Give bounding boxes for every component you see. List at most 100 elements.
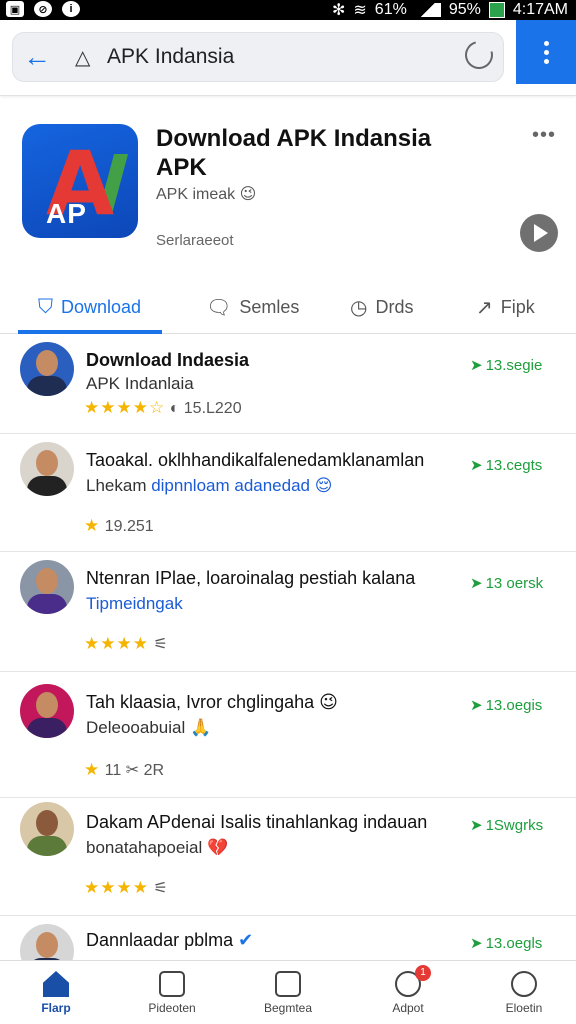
item-rating: ★ 19.251 <box>84 516 154 536</box>
item-count: ➤ 13.segie <box>470 356 542 374</box>
item-count: ➤ 1Swgrks <box>470 816 543 834</box>
download-count-icon: ➤ <box>470 817 483 834</box>
download-count-icon: ➤ <box>470 935 483 952</box>
avatar <box>20 684 74 738</box>
item-title: Tah klaasia, Ivror chglingaha 😉 <box>86 692 338 712</box>
clock-text: 4:17AM <box>512 1 568 18</box>
bell-icon: 1 <box>395 965 431 997</box>
back-arrow-icon[interactable]: ← <box>23 41 51 73</box>
verified-icon: ✔ <box>238 930 254 950</box>
home-icon <box>43 971 69 997</box>
item-subtitle: APK Indanlaia <box>86 374 194 393</box>
avatar <box>20 560 74 614</box>
play-icon[interactable] <box>520 214 558 252</box>
app-subtitle: APK imeak 😉 <box>156 186 257 203</box>
star-rating-icon: ★ <box>84 516 101 535</box>
comment-icon: 🗨 <box>206 296 232 319</box>
url-text[interactable]: APK Indansia <box>107 45 234 69</box>
app-logo: A AP <box>22 124 138 238</box>
item-rating: ★★★★ ⚟ <box>84 634 168 654</box>
item-count-value: 1Swgrks <box>485 817 544 834</box>
tab-label: Fipk <box>500 296 535 317</box>
nav-label: Eloetin <box>505 1001 543 1015</box>
image-notification-icon: ▣ <box>6 1 24 17</box>
item-rating: ★★★★☆ ◐ 15.L220 <box>84 398 242 418</box>
bluetooth-icon: ✻ <box>331 2 346 19</box>
wifi-icon: ≋ <box>353 2 367 19</box>
item-count: ➤ 13.oegis <box>470 696 542 714</box>
status-bar: ▣ ⊘ i ✻ ≋ 61% 95% 4:17AM <box>0 0 576 20</box>
bottom-navigation: Flarp Pideoten Begmtea 1 Adpot Eloetin <box>0 960 576 1024</box>
item-rating-value: ⚟ <box>153 636 168 653</box>
status-icons-left: ▣ ⊘ i <box>6 1 80 17</box>
reload-icon[interactable] <box>459 35 499 75</box>
item-count: ➤ 13.cegts <box>470 456 542 474</box>
list-item[interactable]: Taoakal. oklhhandikalfalenedamklanamlan … <box>0 434 576 552</box>
browser-toolbar: ← △ APK Indansia <box>0 20 576 96</box>
item-count-value: 13.cegts <box>485 457 543 474</box>
item-rating-value: ◐ 15.L220 <box>169 400 242 417</box>
item-subtitle-link[interactable]: Tipmeidngak <box>86 594 183 613</box>
item-count: ➤ 13.oegls <box>470 934 542 952</box>
list-item[interactable]: Dakam APdenai Isalis tinahlankag indauan… <box>0 798 576 916</box>
item-count-value: 13.oegis <box>485 697 543 714</box>
item-subtitle-link[interactable]: dipnnloam adanedad 😌 <box>151 476 332 495</box>
item-count-value: 13.segie <box>485 357 543 374</box>
item-count-value: 13.oegls <box>485 935 543 952</box>
tab-download[interactable]: ⛉ Download <box>38 280 141 334</box>
item-subtitle: Tipmeidngak <box>86 594 183 614</box>
menu-dots-icon[interactable] <box>516 20 576 84</box>
item-title: Dakam APdenai Isalis tinahlankag indauan <box>86 812 428 832</box>
battery-icon <box>488 2 505 18</box>
person-icon <box>511 971 537 997</box>
logo-text: AP <box>46 198 87 229</box>
item-rating-value: 19.251 <box>104 518 154 535</box>
nav-home[interactable]: Flarp <box>6 961 106 1024</box>
item-title: Dannlaadar pblma ✔ <box>86 930 466 951</box>
nav-label: Begmtea <box>263 1001 313 1015</box>
battery-text: 95% <box>448 1 481 18</box>
avatar <box>20 802 74 856</box>
download-count-icon: ➤ <box>470 575 483 592</box>
tab-label: Download <box>61 296 142 317</box>
notification-badge: 1 <box>415 965 431 981</box>
warning-icon[interactable]: △ <box>75 45 90 70</box>
avatar <box>20 342 74 396</box>
nav-eloetin[interactable]: Eloetin <box>474 961 574 1024</box>
status-icons-right: ✻ ≋ 61% 95% 4:17AM <box>332 0 568 20</box>
download-count-icon: ➤ <box>470 357 483 374</box>
list-icon <box>275 971 301 997</box>
star-rating-icon: ★★★★☆ <box>84 398 166 417</box>
item-title-text: Dannlaadar pblma <box>86 930 234 950</box>
signal-icon <box>414 3 441 17</box>
url-bar[interactable]: ← △ APK Indansia <box>12 32 504 82</box>
tab-semles[interactable]: 🗨 Semles <box>206 280 299 334</box>
star-rating-icon: ★★★★ <box>84 634 149 653</box>
compass-notification-icon: ⊘ <box>34 1 52 17</box>
tab-fipk[interactable]: ↗ Fipk <box>476 280 535 334</box>
info-notification-icon: i <box>62 1 80 17</box>
tab-label: Semles <box>239 296 300 317</box>
download-count-icon: ➤ <box>470 697 483 714</box>
item-count-value: 13 oersk <box>485 575 544 592</box>
app-developer[interactable]: Serlaraeeot <box>156 232 234 249</box>
list-item[interactable]: Tah klaasia, Ivror chglingaha 😉 Deleooab… <box>0 672 576 798</box>
item-subtitle: Deleooabuial 🙏 <box>86 718 212 737</box>
tab-label: Drds <box>375 296 414 317</box>
app-title: Download APK Indansia APK <box>156 125 432 181</box>
battery-left-text: 61% <box>374 1 407 18</box>
item-rating: ★ 11 ✂ 2R <box>84 760 164 780</box>
item-title: Download Indaesia <box>86 350 250 370</box>
list-item[interactable]: Download Indaesia APK Indanlaia ★★★★☆ ◐ … <box>0 334 576 434</box>
item-rating-value: 11 ✂ 2R <box>104 762 165 779</box>
tab-drds[interactable]: ◷ Drds <box>350 280 413 334</box>
nav-pideoten[interactable]: Pideoten <box>122 961 222 1024</box>
list-item[interactable]: Dannlaadar pblma ✔ ➤ 13.oegls <box>0 916 576 978</box>
list-item[interactable]: Ntenran IPlae, loaroinalag pestiah kalan… <box>0 552 576 672</box>
download-count-icon: ➤ <box>470 457 483 474</box>
more-options-icon[interactable]: ••• <box>532 124 556 147</box>
nav-adpot[interactable]: 1 Adpot <box>358 961 458 1024</box>
nav-begmtea[interactable]: Begmtea <box>238 961 338 1024</box>
item-subtitle-text: Lhekam <box>86 476 152 495</box>
item-subtitle: Lhekam dipnnloam adanedad 😌 <box>86 476 332 496</box>
